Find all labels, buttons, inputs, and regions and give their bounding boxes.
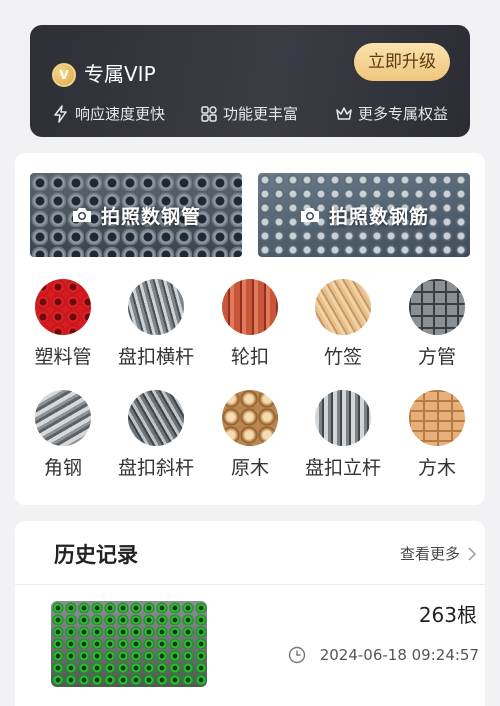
category-ringlock-ledger[interactable]: 盘扣横杆 (111, 279, 201, 369)
log-icon (222, 390, 278, 446)
history-record-time: 2024-06-18 09:24:57 (288, 645, 479, 665)
feature-panel: 拍照数钢管 拍照数钢筋 塑料管 盘扣横杆 轮扣 竹签 方管 角钢 盘扣斜杆 原木… (15, 153, 485, 505)
vip-feature-rights: 更多专属权益 (335, 103, 448, 125)
camera-icon (300, 208, 319, 222)
wheel-buckle-icon (222, 279, 278, 335)
divider (15, 584, 485, 585)
category-label: 盘扣斜杆 (117, 457, 194, 479)
ringlock-standard-icon (315, 390, 371, 446)
category-ringlock-standard[interactable]: 盘扣立杆 (298, 390, 388, 480)
vip-feature-label: 功能更丰富 (223, 105, 299, 123)
history-record-photo (51, 601, 207, 687)
category-timber[interactable]: 方木 (392, 390, 482, 480)
view-more-link[interactable]: 查看更多 (400, 543, 476, 565)
category-bamboo-stick[interactable]: 竹签 (298, 279, 388, 369)
count-steel-pipe-banner[interactable]: 拍照数钢管 (30, 173, 242, 257)
category-label: 方木 (417, 457, 456, 479)
category-log[interactable]: 原木 (205, 390, 295, 480)
view-more-label: 查看更多 (399, 545, 460, 563)
banner-label: 拍照数钢筋 (328, 205, 429, 228)
category-label: 塑料管 (34, 346, 92, 368)
vip-feature-label: 更多专属权益 (358, 105, 449, 123)
history-record-time-text: 2024-06-18 09:24:57 (319, 646, 479, 664)
crown-icon (336, 107, 352, 120)
chevron-right-icon (468, 547, 476, 561)
category-label: 原木 (230, 457, 269, 479)
category-ringlock-diagonal[interactable]: 盘扣斜杆 (111, 390, 201, 480)
vip-feature-label: 响应速度更快 (75, 105, 166, 123)
vip-badge-icon: V (52, 63, 76, 87)
vip-card: V 专属VIP 立即升级 响应速度更快 功能更丰富 更多专属权益 (30, 25, 470, 137)
bamboo-stick-icon (315, 279, 371, 335)
ringlock-diagonal-icon (128, 390, 184, 446)
timber-icon (409, 390, 465, 446)
banner-label: 拍照数钢管 (100, 205, 201, 228)
category-label: 竹签 (323, 346, 362, 368)
history-section: 历史记录 查看更多 263根 2024-06-18 09:24:57 (15, 521, 485, 706)
history-record-count: 263根 (418, 603, 477, 627)
ringlock-ledger-icon (128, 279, 184, 335)
category-wheel-buckle[interactable]: 轮扣 (205, 279, 295, 369)
category-label: 轮扣 (230, 346, 269, 368)
category-label: 方管 (417, 346, 456, 368)
grid-icon (201, 106, 217, 122)
plastic-pipe-icon (35, 279, 91, 335)
upgrade-button[interactable]: 立即升级 (354, 43, 450, 81)
clock-icon (288, 646, 305, 664)
category-label: 盘扣横杆 (117, 346, 194, 368)
square-tube-icon (409, 279, 465, 335)
count-rebar-banner[interactable]: 拍照数钢筋 (258, 173, 470, 257)
history-title: 历史记录 (54, 543, 138, 567)
category-plastic-pipe[interactable]: 塑料管 (18, 279, 108, 369)
lightning-icon (54, 105, 67, 123)
category-label: 盘扣立杆 (304, 457, 381, 479)
category-angle-steel[interactable]: 角钢 (18, 390, 108, 480)
category-square-tube[interactable]: 方管 (392, 279, 482, 369)
vip-feature-functions: 功能更丰富 (200, 103, 298, 125)
vip-feature-speed: 响应速度更快 (52, 103, 165, 125)
category-label: 角钢 (43, 457, 82, 479)
vip-title: 专属VIP (84, 62, 156, 86)
angle-steel-icon (35, 390, 91, 446)
camera-icon (72, 208, 91, 222)
